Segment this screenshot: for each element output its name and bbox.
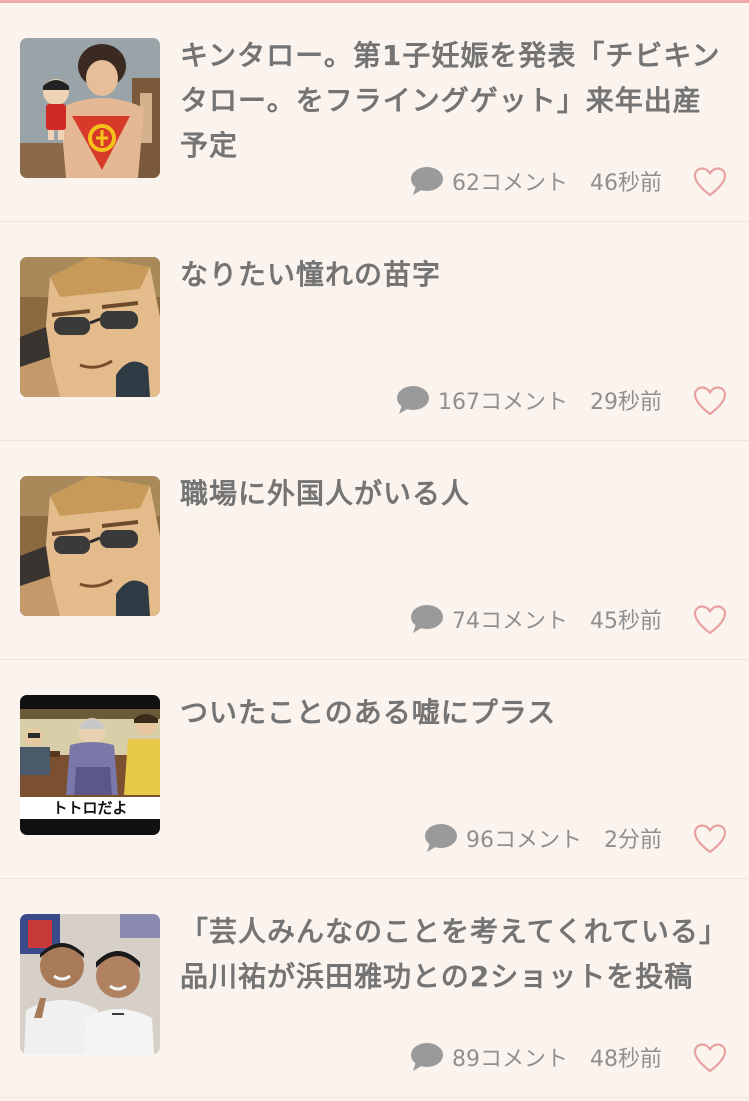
comment-count: 89コメント — [452, 1047, 568, 1072]
post-time: 46秒前 — [590, 171, 662, 196]
topic-item[interactable]: 職場に外国人がいる人 74コメント 45秒前 — [0, 441, 749, 660]
topic-item[interactable]: トトロだよ ついたことのある嘘にプラス 96コメント 2分前 — [0, 660, 749, 879]
heart-outline-icon[interactable] — [693, 385, 727, 417]
topic-title[interactable]: ついたことのある嘘にプラス — [180, 690, 725, 735]
topic-item[interactable]: キンタロー。第1子妊娠を発表「チビキンタロー。をフライングゲット」来年出産予定 … — [0, 3, 749, 222]
comment-count: 62コメント — [452, 171, 568, 196]
topic-feed: キンタロー。第1子妊娠を発表「チビキンタロー。をフライングゲット」来年出産予定 … — [0, 3, 749, 1098]
topic-title[interactable]: 「芸人みんなのことを考えてくれている」品川祐が浜田雅功との2ショットを投稿 — [180, 909, 725, 999]
topic-thumbnail[interactable] — [20, 38, 160, 178]
post-time: 29秒前 — [590, 390, 662, 415]
topic-title[interactable]: なりたい憧れの苗字 — [180, 252, 725, 297]
post-time: 48秒前 — [590, 1047, 662, 1072]
comment-count: 74コメント — [452, 609, 568, 634]
two-men-photo-thumbnail — [20, 914, 160, 1054]
heart-outline-icon[interactable] — [693, 1042, 727, 1074]
comment-bubble-icon — [396, 385, 430, 415]
topic-title[interactable]: キンタロー。第1子妊娠を発表「チビキンタロー。をフライングゲット」来年出産予定 — [180, 33, 725, 168]
anime-sunglasses-man-thumbnail — [20, 257, 160, 397]
thumbnail-caption: トトロだよ — [52, 799, 128, 817]
topic-item[interactable]: 「芸人みんなのことを考えてくれている」品川祐が浜田雅功との2ショットを投稿 89… — [0, 879, 749, 1098]
heart-outline-icon[interactable] — [693, 604, 727, 636]
post-time: 2分前 — [604, 828, 662, 853]
post-time: 45秒前 — [590, 609, 662, 634]
topic-meta: 62コメント 46秒前 — [410, 166, 662, 196]
topic-meta: 89コメント 48秒前 — [410, 1042, 662, 1072]
comment-bubble-icon — [410, 1042, 444, 1072]
topic-meta: 96コメント 2分前 — [424, 823, 662, 853]
topic-title[interactable]: 職場に外国人がいる人 — [180, 471, 725, 516]
comment-count: 167コメント — [438, 390, 568, 415]
topic-thumbnail[interactable]: トトロだよ — [20, 695, 160, 835]
comment-bubble-icon — [424, 823, 458, 853]
topic-thumbnail[interactable] — [20, 914, 160, 1054]
comment-count: 96コメント — [466, 828, 582, 853]
topic-thumbnail[interactable] — [20, 476, 160, 616]
topic-meta: 167コメント 29秒前 — [396, 385, 662, 415]
topic-meta: 74コメント 45秒前 — [410, 604, 662, 634]
comment-bubble-icon — [410, 604, 444, 634]
performer-photo-thumbnail — [20, 38, 160, 178]
comment-bubble-icon — [410, 166, 444, 196]
anime-sunglasses-man-thumbnail — [20, 476, 160, 616]
heart-outline-icon[interactable] — [693, 166, 727, 198]
topic-thumbnail[interactable] — [20, 257, 160, 397]
heart-outline-icon[interactable] — [693, 823, 727, 855]
topic-item[interactable]: なりたい憧れの苗字 167コメント 29秒前 — [0, 222, 749, 441]
